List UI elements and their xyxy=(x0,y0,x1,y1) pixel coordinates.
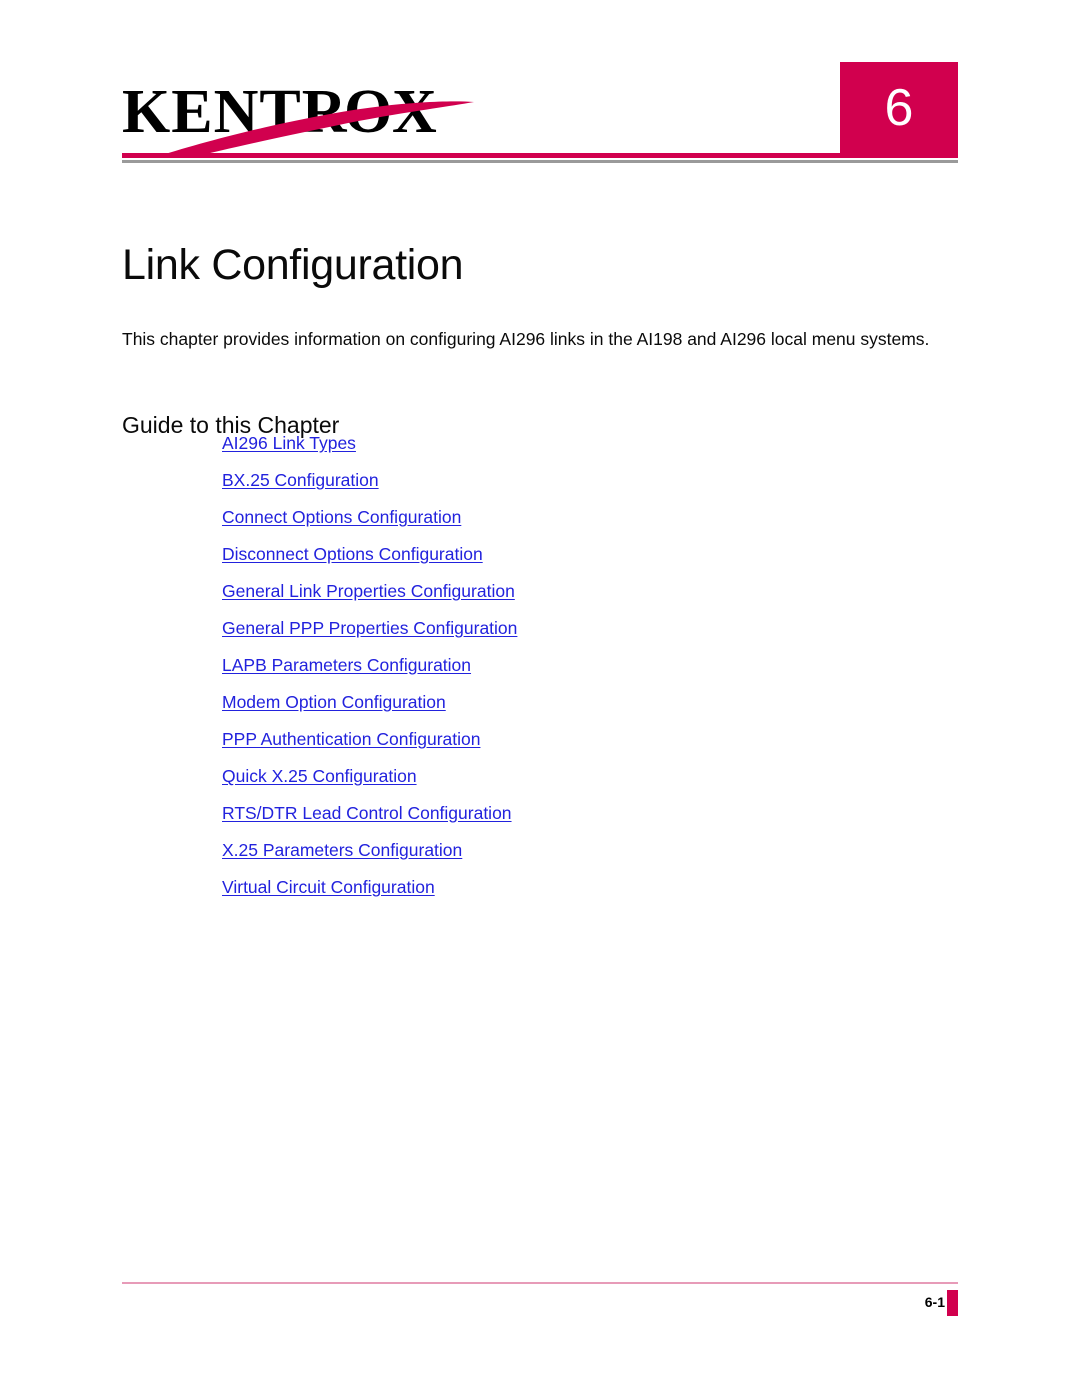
list-item: Modem Option Configuration xyxy=(222,689,922,726)
list-item: AI296 Link Types xyxy=(222,430,922,467)
chapter-guide-list: AI296 Link Types BX.25 Configuration Con… xyxy=(222,430,922,911)
toc-link-disconnect-options-configuration[interactable]: Disconnect Options Configuration xyxy=(222,544,483,564)
chapter-number-badge: 6 xyxy=(840,62,958,154)
list-item: BX.25 Configuration xyxy=(222,467,922,504)
list-item: General Link Properties Configuration xyxy=(222,578,922,615)
page-number: 6-1 xyxy=(924,1294,945,1310)
toc-link-ai296-link-types[interactable]: AI296 Link Types xyxy=(222,433,356,453)
toc-link-connect-options-configuration[interactable]: Connect Options Configuration xyxy=(222,507,461,527)
list-item: Virtual Circuit Configuration xyxy=(222,874,922,911)
toc-link-bx25-configuration[interactable]: BX.25 Configuration xyxy=(222,470,379,490)
list-item: PPP Authentication Configuration xyxy=(222,726,922,763)
page-title: Link Configuration xyxy=(122,240,464,289)
list-item: Disconnect Options Configuration xyxy=(222,541,922,578)
toc-link-modem-option-configuration[interactable]: Modem Option Configuration xyxy=(222,692,446,712)
header-rule-accent xyxy=(122,153,958,158)
document-page: KENTR O X 6 Link Configuration This chap… xyxy=(0,0,1080,1397)
list-item: General PPP Properties Configuration xyxy=(222,615,922,652)
toc-link-general-link-properties-configuration[interactable]: General Link Properties Configuration xyxy=(222,581,515,601)
page-header: KENTR O X 6 xyxy=(0,0,1080,175)
kentrox-logo: KENTR O X xyxy=(122,76,562,158)
toc-link-general-ppp-properties-configuration[interactable]: General PPP Properties Configuration xyxy=(222,618,517,638)
list-item: Connect Options Configuration xyxy=(222,504,922,541)
page-footer: 6-1 xyxy=(0,1282,1080,1342)
footer-rule xyxy=(122,1282,958,1284)
toc-link-ppp-authentication-configuration[interactable]: PPP Authentication Configuration xyxy=(222,729,480,749)
list-item: Quick X.25 Configuration xyxy=(222,763,922,800)
footer-accent-tab xyxy=(947,1290,958,1316)
intro-paragraph: This chapter provides information on con… xyxy=(122,328,930,349)
toc-link-lapb-parameters-configuration[interactable]: LAPB Parameters Configuration xyxy=(222,655,471,675)
kentrox-swoosh-logo: KENTR O X xyxy=(122,78,474,158)
list-item: X.25 Parameters Configuration xyxy=(222,837,922,874)
toc-link-quick-x25-configuration[interactable]: Quick X.25 Configuration xyxy=(222,766,417,786)
header-rule-gray xyxy=(122,160,958,163)
list-item: LAPB Parameters Configuration xyxy=(222,652,922,689)
toc-link-x25-parameters-configuration[interactable]: X.25 Parameters Configuration xyxy=(222,840,462,860)
list-item: RTS/DTR Lead Control Configuration xyxy=(222,800,922,837)
toc-link-virtual-circuit-configuration[interactable]: Virtual Circuit Configuration xyxy=(222,877,435,897)
toc-link-rts-dtr-lead-control-configuration[interactable]: RTS/DTR Lead Control Configuration xyxy=(222,803,512,823)
